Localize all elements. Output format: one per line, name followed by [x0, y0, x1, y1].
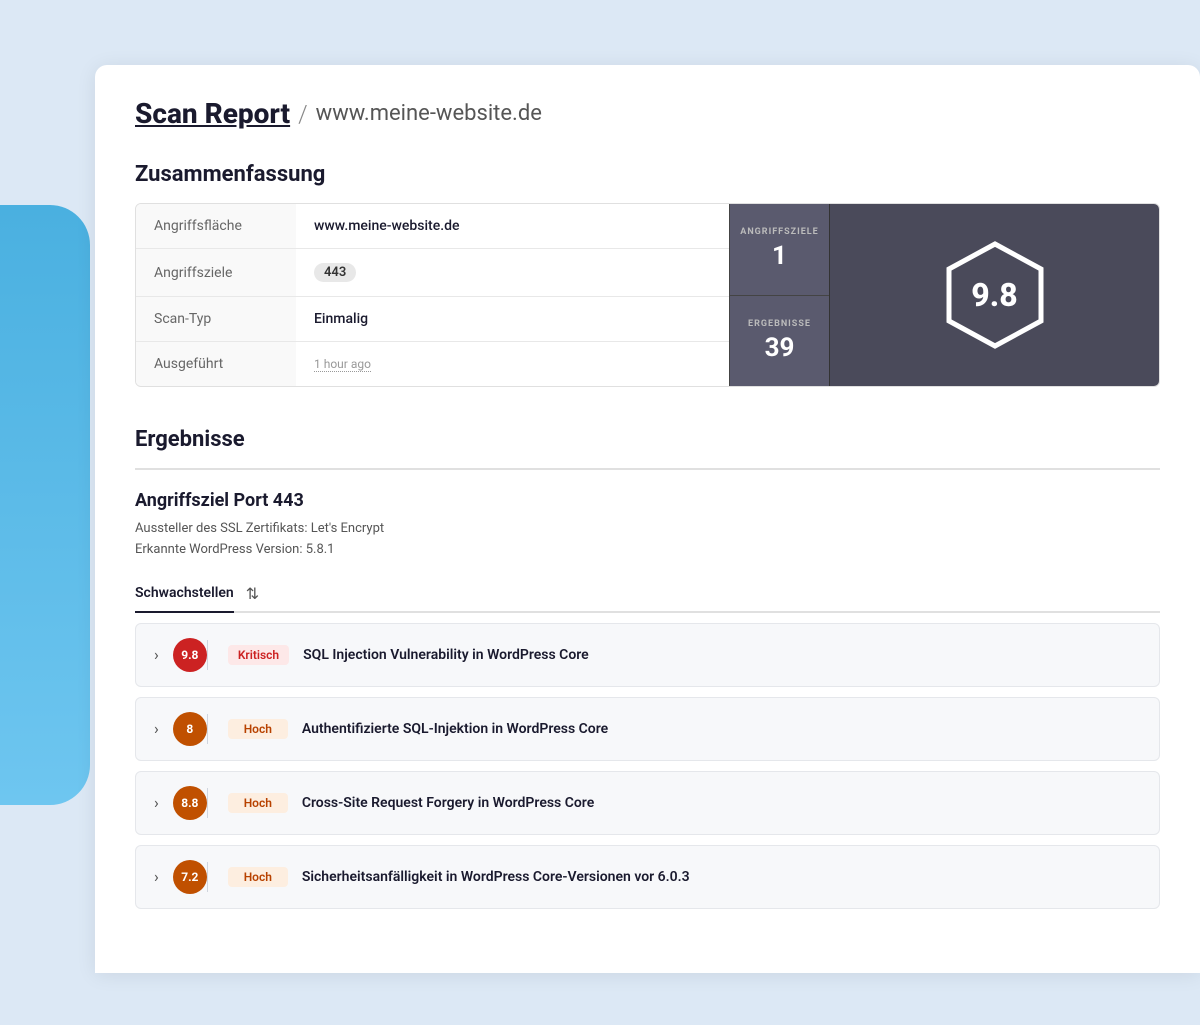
score-value-3: 8.8: [181, 796, 198, 810]
table-row: Angriffsziele 443: [136, 249, 729, 297]
score-badge-2: 8: [173, 712, 207, 746]
separator: [207, 788, 208, 818]
summary-table: Angriffsfläche www.meine-website.de Angr…: [136, 204, 729, 386]
attack-target-meta: Aussteller des SSL Zertifikats: Let's En…: [135, 519, 1160, 561]
stat-angriffsziele: ANGRIFFSZIELE 1: [729, 204, 829, 296]
row-value-angriffsziele: 443: [296, 249, 729, 297]
vuln-row-3[interactable]: › 8.8 Hoch Cross-Site Request Forgery in…: [135, 771, 1160, 835]
summary-stats: ANGRIFFSZIELE 1 ERGEBNISSE 39: [729, 204, 829, 386]
vuln-row-2[interactable]: › 8 Hoch Authentifizierte SQL-Injektion …: [135, 697, 1160, 761]
row-label-angriffsziele: Angriffsziele: [136, 249, 296, 297]
score-value-1: 9.8: [181, 648, 198, 662]
time-ago: 1 hour ago: [314, 357, 371, 372]
stat-angriffsziele-value: 1: [772, 241, 787, 271]
stat-ergebnisse: ERGEBNISSE 39: [729, 296, 829, 387]
row-value-angriffsflaeche: www.meine-website.de: [296, 204, 729, 249]
score-hexagon: 9.8: [940, 240, 1050, 350]
score-badge-1: 9.8: [173, 638, 207, 672]
row-label-ausgefuehrt: Ausgeführt: [136, 342, 296, 387]
row-label-scantyp: Scan-Typ: [136, 297, 296, 342]
table-row: Scan-Typ Einmalig: [136, 297, 729, 342]
severity-tag-4: Hoch: [228, 867, 288, 887]
attack-target-title: Angriffsziel Port 443: [135, 490, 1160, 511]
table-row: Ausgeführt 1 hour ago: [136, 342, 729, 387]
score-value: 9.8: [971, 276, 1017, 314]
bg-shape-left: [0, 205, 90, 805]
score-value-2: 8: [186, 722, 193, 736]
chevron-icon: ›: [154, 793, 159, 812]
header-separator: /: [298, 100, 308, 128]
vuln-name-3: Cross-Site Request Forgery in WordPress …: [302, 795, 594, 811]
stat-ergebnisse-value: 39: [765, 333, 795, 363]
score-badge-3: 8.8: [173, 786, 207, 820]
vuln-row-1[interactable]: › 9.8 Kritisch SQL Injection Vulnerabili…: [135, 623, 1160, 687]
stat-ergebnisse-label: ERGEBNISSE: [748, 319, 811, 329]
vuln-name-4: Sicherheitsanfälligkeit in WordPress Cor…: [302, 869, 690, 885]
vulnerability-list: › 9.8 Kritisch SQL Injection Vulnerabili…: [135, 623, 1160, 909]
chevron-icon: ›: [154, 867, 159, 886]
tab-schwachstellen[interactable]: Schwachstellen: [135, 577, 234, 613]
severity-tag-2: Hoch: [228, 719, 288, 739]
results-section: Ergebnisse Angriffsziel Port 443 Ausstel…: [135, 427, 1160, 909]
vuln-row-4[interactable]: › 7.2 Hoch Sicherheitsanfälligkeit in Wo…: [135, 845, 1160, 909]
row-value-scantyp: Einmalig: [296, 297, 729, 342]
score-panel: 9.8: [829, 204, 1159, 386]
table-row: Angriffsfläche www.meine-website.de: [136, 204, 729, 249]
results-title: Ergebnisse: [135, 427, 1160, 452]
summary-section: Zusammenfassung Angriffsfläche www.meine…: [135, 162, 1160, 387]
severity-tag-3: Hoch: [228, 793, 288, 813]
summary-title: Zusammenfassung: [135, 162, 1160, 187]
results-divider: [135, 468, 1160, 470]
chevron-icon: ›: [154, 645, 159, 664]
vuln-name-1: SQL Injection Vulnerability in WordPress…: [303, 647, 589, 663]
row-label-angriffsflaeche: Angriffsfläche: [136, 204, 296, 249]
meta-line1: Aussteller des SSL Zertifikats: Let's En…: [135, 521, 384, 536]
header-domain: www.meine-website.de: [316, 101, 542, 126]
sort-icon[interactable]: ⇅: [246, 584, 259, 603]
summary-area: Angriffsfläche www.meine-website.de Angr…: [135, 203, 1160, 387]
severity-tag-1: Kritisch: [228, 645, 289, 665]
main-card: Scan Report / www.meine-website.de Zusam…: [95, 65, 1200, 973]
meta-line2: Erkannte WordPress Version: 5.8.1: [135, 542, 334, 557]
score-value-4: 7.2: [181, 870, 198, 884]
angriffsziele-badge: 443: [314, 263, 356, 282]
separator: [207, 640, 208, 670]
row-value-ausgefuehrt: 1 hour ago: [296, 342, 729, 387]
stat-angriffsziele-label: ANGRIFFSZIELE: [740, 227, 818, 237]
tab-bar: Schwachstellen ⇅: [135, 577, 1160, 613]
chevron-icon: ›: [154, 719, 159, 738]
score-badge-4: 7.2: [173, 860, 207, 894]
scan-report-link[interactable]: Scan Report: [135, 97, 290, 130]
page-header: Scan Report / www.meine-website.de: [135, 97, 1160, 130]
separator: [207, 862, 208, 892]
vuln-name-2: Authentifizierte SQL-Injektion in WordPr…: [302, 721, 608, 737]
separator: [207, 714, 208, 744]
